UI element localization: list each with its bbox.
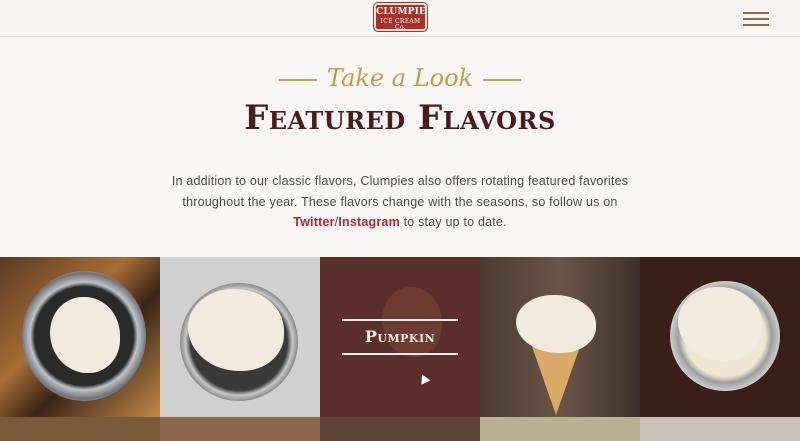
site-header: CLUMPIES ICE CREAM Co. xyxy=(0,0,800,37)
menu-bar-top xyxy=(743,12,769,14)
logo-subtitle: ICE CREAM Co. xyxy=(380,18,421,31)
flavor-tile-row2-1[interactable] xyxy=(0,417,160,441)
flavor-tile-row2-5[interactable] xyxy=(640,417,800,441)
ice-cream-scoop-image xyxy=(50,297,120,373)
clumpies-logo[interactable]: CLUMPIES ICE CREAM Co. xyxy=(373,2,433,32)
logo-wordmark: CLUMPIES xyxy=(376,7,433,17)
mouse-cursor-icon xyxy=(417,372,431,385)
flavor-tile-4[interactable] xyxy=(480,257,640,417)
section-eyebrow: Take a Look xyxy=(0,64,800,92)
eyebrow-text: Take a Look xyxy=(326,64,474,92)
flavor-tile-row2-4[interactable] xyxy=(480,417,640,441)
flavor-tile-1[interactable] xyxy=(0,257,160,417)
flavor-grid: Pumpkin xyxy=(0,257,800,441)
flavor-tile-5[interactable] xyxy=(640,257,800,417)
flavor-tile-row2-2[interactable] xyxy=(160,417,320,441)
desc-text-start: In addition to our classic flavors, Clum… xyxy=(171,174,629,209)
flavor-tile-row2-3[interactable] xyxy=(320,417,480,441)
hamburger-menu-icon[interactable] xyxy=(743,12,769,26)
twitter-link[interactable]: Twitter xyxy=(293,215,334,229)
intro-description: In addition to our classic flavors, Clum… xyxy=(170,171,630,233)
flavor-tile-pumpkin[interactable]: Pumpkin xyxy=(320,257,480,417)
menu-bar-bottom xyxy=(743,24,769,26)
page-title: Featured Flavors xyxy=(244,98,556,138)
flavor-hover-label: Pumpkin xyxy=(342,319,458,355)
instagram-link[interactable]: Instagram xyxy=(338,215,400,229)
eyebrow-rule-right xyxy=(483,78,522,81)
flavor-tile-2[interactable] xyxy=(160,257,320,417)
desc-text-end: to stay up to date. xyxy=(399,215,507,229)
eyebrow-rule-left xyxy=(278,78,317,81)
menu-bar-middle xyxy=(743,18,769,20)
